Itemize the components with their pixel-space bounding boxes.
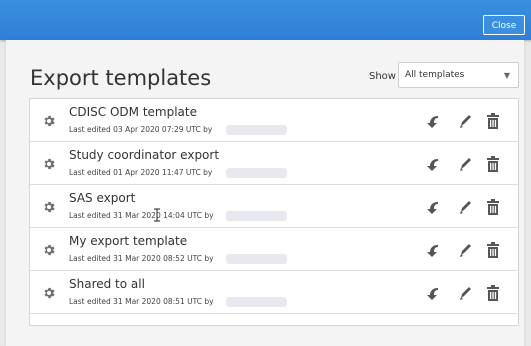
pencil-icon[interactable] — [457, 198, 473, 216]
user-name-redacted — [226, 297, 287, 307]
template-row[interactable]: Shared to all Last edited 31 Mar 2020 08… — [30, 271, 518, 314]
chevron-down-icon: ▼ — [503, 71, 510, 80]
pencil-icon[interactable] — [457, 112, 473, 130]
undo-icon[interactable] — [426, 155, 442, 173]
gear-icon[interactable] — [42, 200, 56, 214]
gear-icon[interactable] — [42, 114, 56, 128]
template-filter-select[interactable]: All templates ▼ — [398, 62, 519, 88]
template-row[interactable]: CDISC ODM template Last edited 03 Apr 20… — [30, 99, 518, 142]
pencil-icon[interactable] — [457, 241, 473, 259]
trash-icon[interactable] — [485, 284, 501, 302]
template-name: My export template — [69, 234, 188, 248]
undo-icon[interactable] — [426, 284, 442, 302]
trash-icon[interactable] — [485, 198, 501, 216]
template-row[interactable]: Study coordinator export Last edited 01 … — [30, 142, 518, 185]
template-name: Study coordinator export — [69, 148, 220, 162]
trash-icon[interactable] — [485, 112, 501, 130]
export-templates-panel: Export templates Show All templates ▼ CD… — [6, 40, 524, 346]
top-bar: Close — [0, 0, 531, 40]
undo-icon[interactable] — [426, 112, 442, 130]
trash-icon[interactable] — [485, 241, 501, 259]
undo-icon[interactable] — [426, 241, 442, 259]
pencil-icon[interactable] — [457, 284, 473, 302]
template-filter-value: All templates — [405, 70, 465, 80]
gear-icon[interactable] — [42, 286, 56, 300]
gear-icon[interactable] — [42, 243, 56, 257]
template-name: Shared to all — [69, 277, 145, 291]
template-edited: Last edited 31 Mar 2020 08:51 UTC by — [69, 297, 214, 306]
user-name-redacted — [226, 125, 287, 135]
template-row[interactable]: My export template Last edited 31 Mar 20… — [30, 228, 518, 271]
template-row[interactable]: SAS export Last edited 31 Mar 2020 14:04… — [30, 185, 518, 228]
templates-list: CDISC ODM template Last edited 03 Apr 20… — [29, 98, 519, 326]
template-edited: Last edited 31 Mar 2020 08:52 UTC by — [69, 254, 214, 263]
template-name: CDISC ODM template — [69, 105, 197, 119]
template-name: SAS export — [69, 191, 136, 205]
template-edited: Last edited 31 Mar 2020 14:04 UTC by — [69, 211, 214, 220]
show-label: Show — [369, 71, 396, 82]
pencil-icon[interactable] — [457, 155, 473, 173]
template-edited: Last edited 01 Apr 2020 11:47 UTC by — [69, 168, 213, 177]
text-cursor-icon — [154, 208, 160, 222]
undo-icon[interactable] — [426, 198, 442, 216]
user-name-redacted — [226, 168, 287, 178]
template-edited: Last edited 03 Apr 2020 07:29 UTC by — [69, 125, 213, 134]
close-button[interactable]: Close — [483, 15, 525, 35]
trash-icon[interactable] — [485, 155, 501, 173]
gear-icon[interactable] — [42, 157, 56, 171]
page-title: Export templates — [30, 66, 212, 90]
user-name-redacted — [226, 211, 287, 221]
user-name-redacted — [226, 254, 287, 264]
